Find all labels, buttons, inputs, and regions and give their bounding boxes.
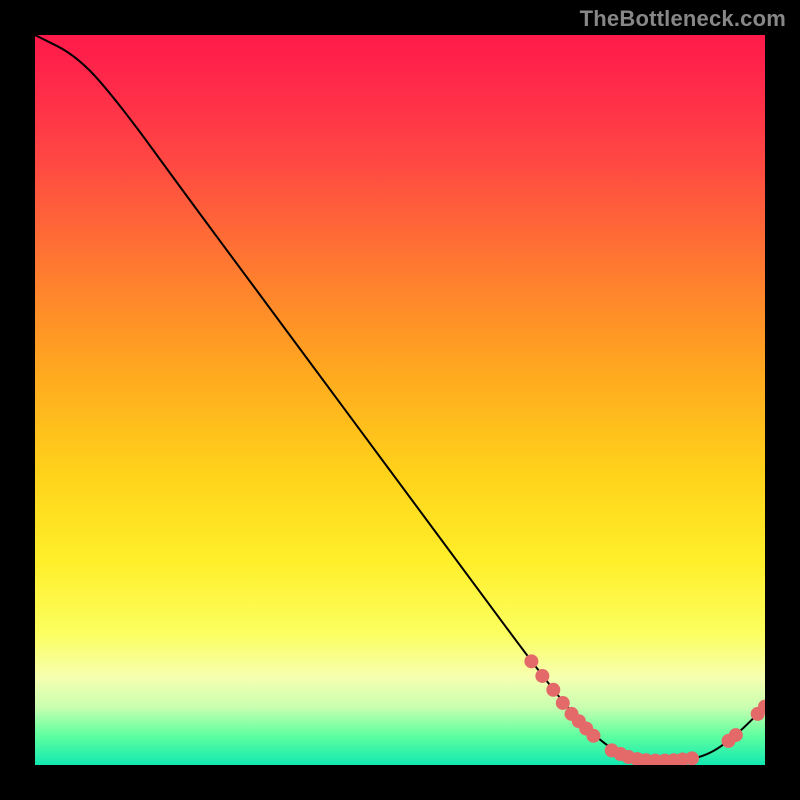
marker-right-1 [729, 728, 743, 742]
watermark-text: TheBottleneck.com [580, 6, 786, 32]
marker-left-0 [524, 654, 538, 668]
marker-left-1 [535, 669, 549, 683]
marker-bottom-9 [685, 751, 699, 765]
marker-left-3 [556, 696, 570, 710]
chart-markers-cluster-right [722, 700, 766, 748]
chart-svg [35, 35, 765, 765]
chart-markers-cluster-bottom [605, 743, 699, 765]
chart-plot-area [35, 35, 765, 765]
chart-curve [35, 35, 765, 761]
marker-left-2 [546, 683, 560, 697]
chart-stage: TheBottleneck.com [0, 0, 800, 800]
marker-left-7 [586, 729, 600, 743]
